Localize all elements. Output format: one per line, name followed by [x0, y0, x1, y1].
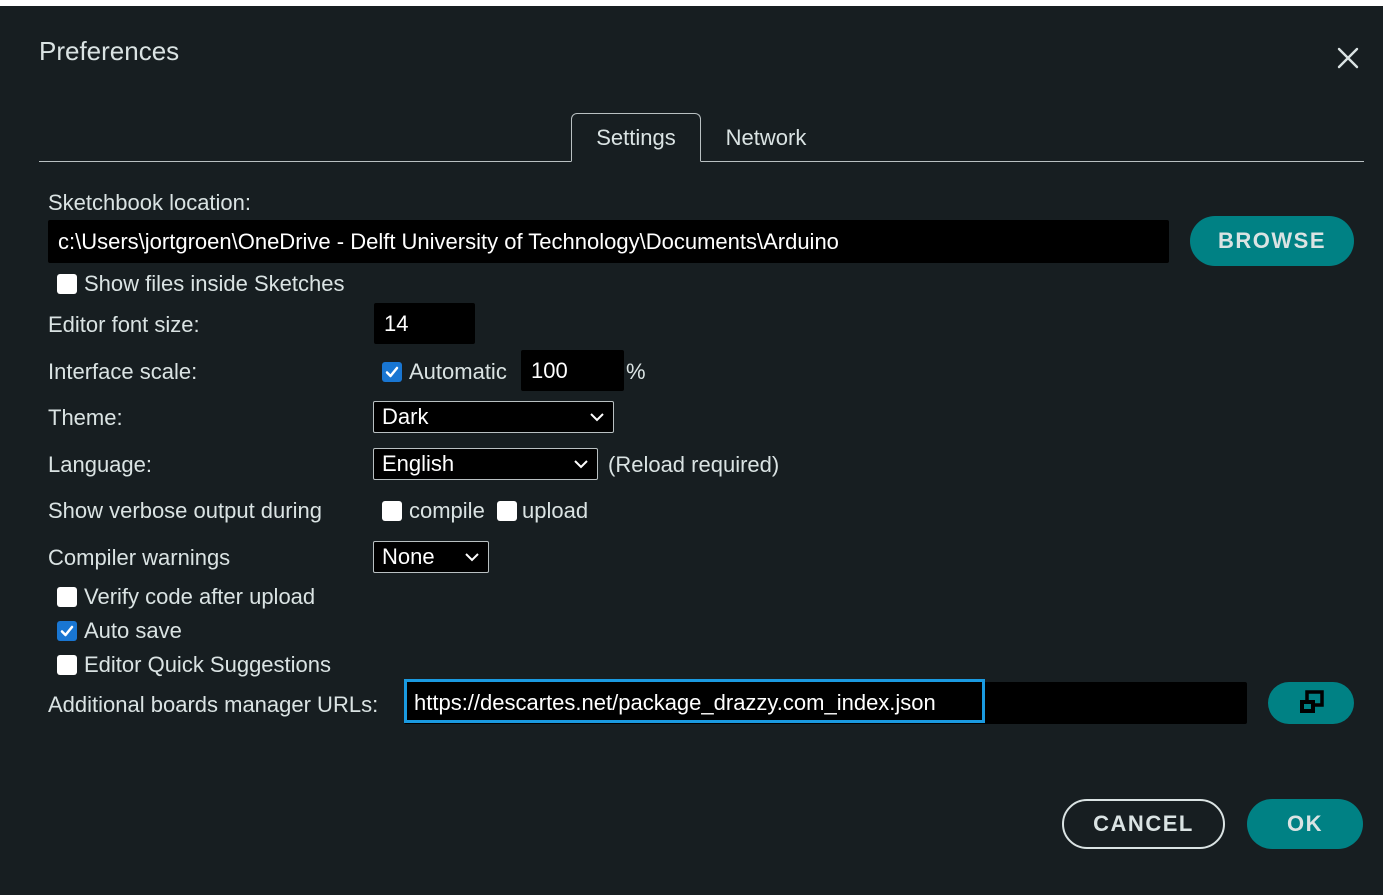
verify-code-checkbox-row[interactable]: Verify code after upload: [57, 584, 315, 610]
percent-unit: %: [626, 359, 646, 384]
interface-scale-label: Interface scale:: [48, 359, 198, 384]
boards-urls-label: Additional boards manager URLs:: [48, 692, 379, 717]
dialog-title: Preferences: [39, 36, 180, 66]
auto-save-checkbox-row[interactable]: Auto save: [57, 618, 182, 644]
open-urls-window-button[interactable]: [1268, 682, 1354, 724]
auto-save-label: Auto save: [84, 618, 182, 643]
chevron-down-icon: [590, 413, 604, 422]
automatic-checkbox-row[interactable]: Automatic: [382, 359, 507, 385]
checkmark-icon: [60, 625, 74, 637]
sketchbook-location-input[interactable]: c:\Users\jortgroen\OneDrive - Delft Univ…: [48, 220, 1169, 263]
quick-suggestions-label: Editor Quick Suggestions: [84, 652, 332, 677]
interface-scale-input[interactable]: 100: [521, 350, 624, 391]
compiler-warnings-label: Compiler warnings: [48, 545, 231, 570]
chevron-down-icon: [465, 553, 479, 562]
ok-button[interactable]: OK: [1247, 799, 1363, 849]
upload-label: upload: [522, 498, 589, 523]
language-reload-note: (Reload required): [608, 452, 780, 477]
tab-network[interactable]: Network: [712, 113, 820, 162]
language-selected-value: English: [382, 451, 455, 476]
close-icon: [1337, 47, 1359, 69]
language-select[interactable]: English: [373, 448, 598, 480]
compiler-warnings-select[interactable]: None: [373, 541, 489, 573]
editor-font-size-label: Editor font size:: [48, 312, 200, 337]
language-label: Language:: [48, 452, 152, 477]
compile-checkbox-row[interactable]: compile: [382, 498, 485, 524]
quick-suggestions-checkbox-row[interactable]: Editor Quick Suggestions: [57, 652, 331, 678]
theme-selected-value: Dark: [382, 404, 429, 429]
quick-suggestions-checkbox[interactable]: [57, 655, 77, 675]
compile-label: compile: [409, 498, 485, 523]
verbose-output-label: Show verbose output during: [48, 498, 322, 523]
show-files-checkbox-row[interactable]: Show files inside Sketches: [57, 271, 344, 297]
theme-select[interactable]: Dark: [373, 401, 614, 433]
verify-code-label: Verify code after upload: [84, 584, 316, 609]
auto-save-checkbox[interactable]: [57, 621, 77, 641]
automatic-checkbox[interactable]: [382, 362, 402, 382]
upload-checkbox-row[interactable]: upload: [497, 498, 588, 524]
theme-label: Theme:: [48, 405, 123, 430]
close-button[interactable]: [1330, 40, 1366, 76]
chevron-down-icon: [574, 460, 588, 469]
tab-network-label: Network: [725, 124, 807, 150]
tab-settings[interactable]: Settings: [571, 113, 701, 162]
url-highlight-box: [404, 679, 985, 723]
sketchbook-location-label: Sketchbook location:: [48, 190, 252, 215]
upload-checkbox[interactable]: [497, 501, 517, 521]
tabs-divider: [39, 161, 1364, 162]
cancel-button[interactable]: CANCEL: [1062, 799, 1225, 849]
compile-checkbox[interactable]: [382, 501, 402, 521]
show-files-checkbox[interactable]: [57, 274, 77, 294]
tab-settings-label: Settings: [596, 124, 676, 150]
checkmark-icon: [385, 366, 399, 378]
browse-button[interactable]: BROWSE: [1190, 216, 1354, 266]
preferences-dialog: Preferences Settings Network Sketchbook …: [0, 6, 1383, 895]
verify-code-checkbox[interactable]: [57, 587, 77, 607]
automatic-label: Automatic: [409, 359, 507, 384]
open-window-icon: [1300, 690, 1324, 713]
show-files-label: Show files inside Sketches: [84, 271, 345, 296]
editor-font-size-input[interactable]: 14: [374, 303, 475, 344]
compiler-warnings-selected-value: None: [382, 544, 435, 569]
